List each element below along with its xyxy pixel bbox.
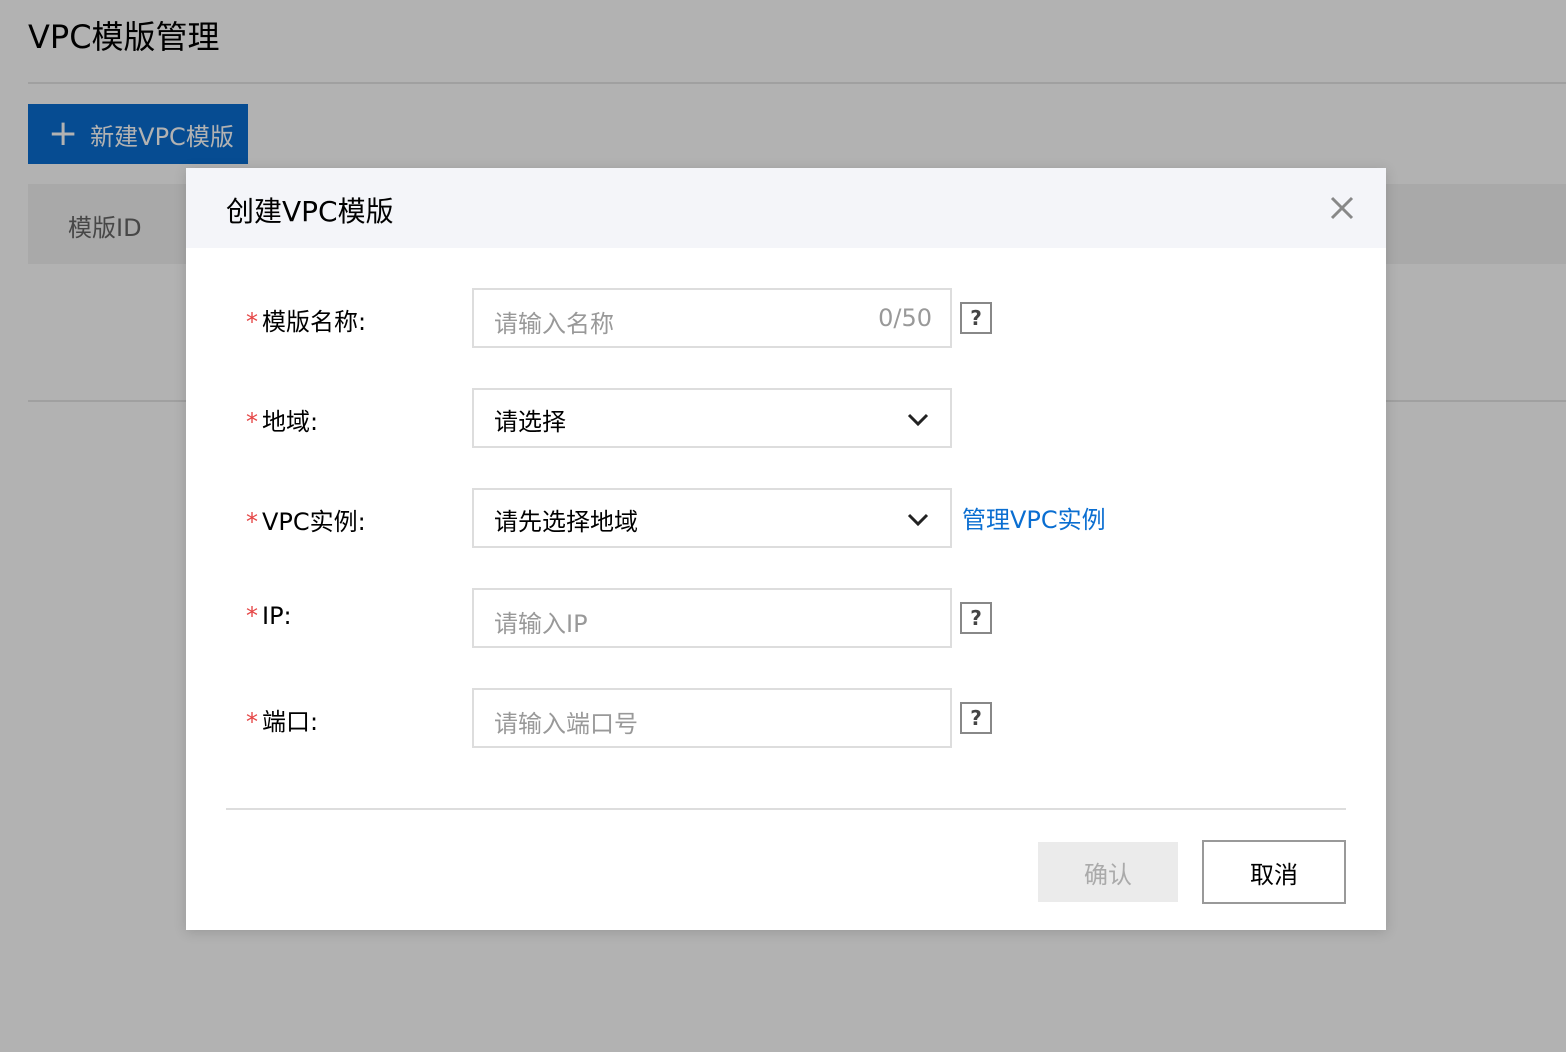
confirm-button[interactable]: 确认: [1038, 842, 1178, 902]
required-mark: *: [246, 602, 258, 630]
port-label: * 端口:: [246, 702, 318, 737]
vpc-label-text: VPC实例:: [262, 508, 366, 536]
close-icon[interactable]: [1328, 194, 1356, 222]
vpc-label: * VPC实例:: [246, 502, 366, 537]
form-row-region: * 地域: 请选择: [186, 388, 1386, 448]
chevron-down-icon: [907, 513, 929, 527]
region-label-text: 地域:: [262, 408, 319, 436]
chevron-down-icon: [907, 413, 929, 427]
dialog-header: 创建VPC模版: [186, 168, 1386, 248]
name-char-counter: 0/50: [878, 304, 932, 332]
port-placeholder: 请输入端口号: [494, 710, 638, 738]
cancel-button[interactable]: 取消: [1202, 840, 1346, 904]
region-select-value: 请选择: [494, 408, 566, 436]
port-label-text: 端口:: [262, 708, 319, 736]
region-select[interactable]: 请选择: [472, 388, 952, 448]
ip-input[interactable]: 请输入IP: [472, 588, 952, 648]
required-mark: *: [246, 308, 258, 336]
vpc-select[interactable]: 请先选择地域: [472, 488, 952, 548]
form-row-name: * 模版名称: 请输入名称 0/50 ?: [186, 288, 1386, 348]
dialog-title: 创建VPC模版: [226, 195, 394, 228]
form-row-port: * 端口: 请输入端口号 ?: [186, 688, 1386, 748]
name-input[interactable]: 请输入名称 0/50: [472, 288, 952, 348]
ip-label: * IP:: [246, 602, 292, 630]
form-row-vpc: * VPC实例: 请先选择地域 管理VPC实例: [186, 488, 1386, 548]
create-vpc-template-dialog: 创建VPC模版 * 模版名称: 请输入名称 0/50 ? * 地域: 请选择 * VP…: [186, 168, 1386, 930]
required-mark: *: [246, 408, 258, 436]
name-placeholder: 请输入名称: [494, 310, 614, 338]
help-icon[interactable]: ?: [960, 602, 992, 634]
footer-divider: [226, 808, 1346, 810]
ip-placeholder: 请输入IP: [494, 610, 588, 638]
ip-label-text: IP:: [262, 602, 292, 630]
region-label: * 地域:: [246, 402, 318, 437]
form-row-ip: * IP: 请输入IP ?: [186, 588, 1386, 648]
help-icon[interactable]: ?: [960, 702, 992, 734]
manage-vpc-link[interactable]: 管理VPC实例: [962, 500, 1106, 535]
vpc-select-value: 请先选择地域: [494, 508, 638, 536]
required-mark: *: [246, 508, 258, 536]
required-mark: *: [246, 708, 258, 736]
name-label-text: 模版名称:: [262, 308, 367, 336]
port-input[interactable]: 请输入端口号: [472, 688, 952, 748]
name-label: * 模版名称:: [246, 302, 366, 337]
help-icon[interactable]: ?: [960, 302, 992, 334]
